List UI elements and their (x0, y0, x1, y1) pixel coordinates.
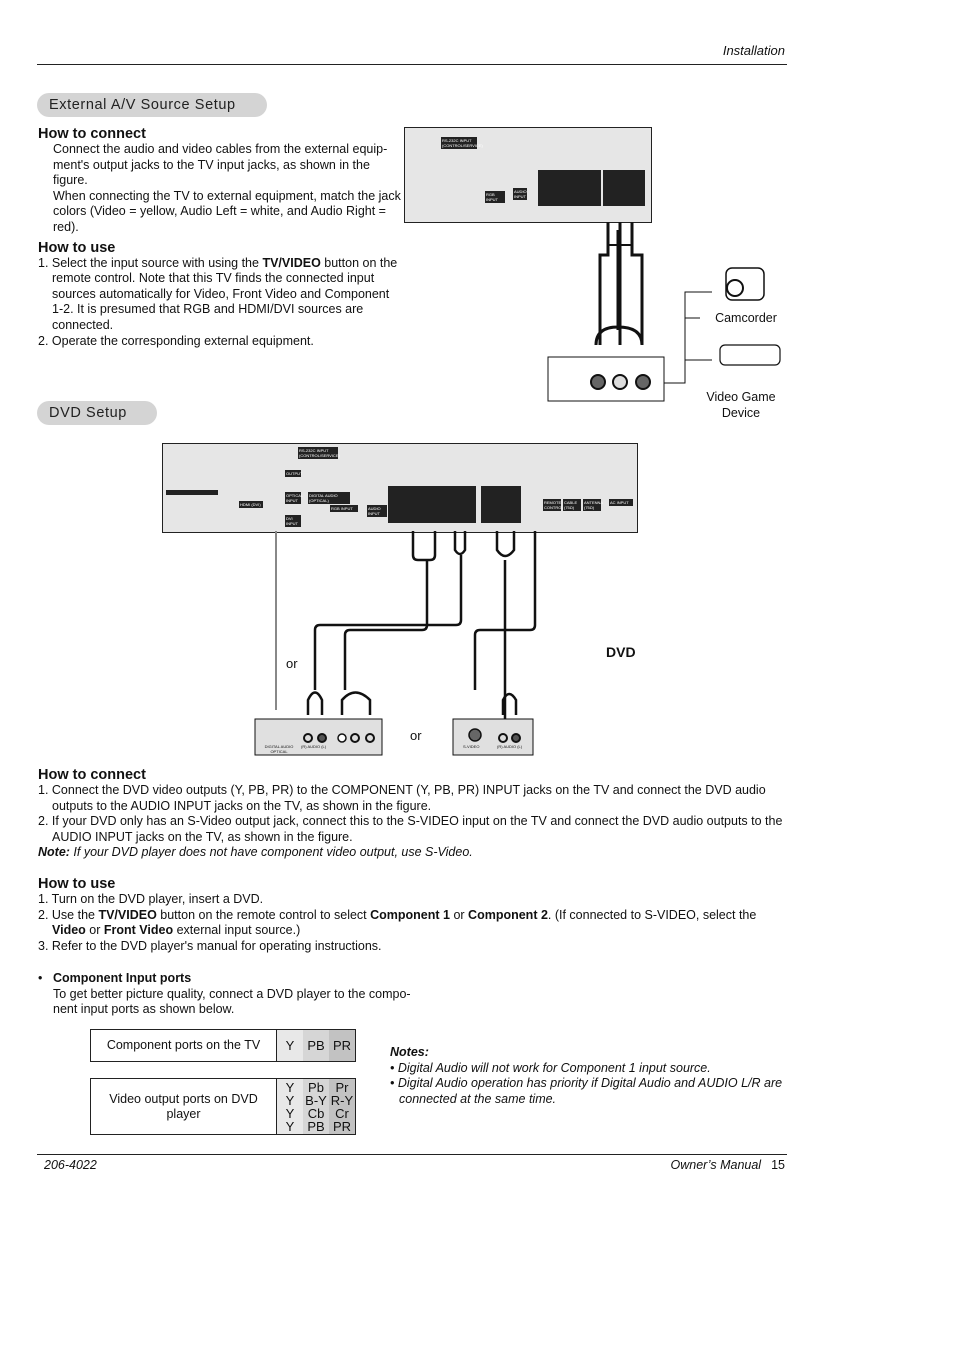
player-svideo-label: S-VIDEO (463, 744, 480, 749)
component-input-ports-bullet: • Component Input ports To get better pic… (38, 971, 433, 1018)
table-dvd-col-y: YYYY (277, 1079, 303, 1134)
bullet-icon: • (38, 971, 43, 985)
table-dvd-col-pr: Pr R-Y Cr PR (329, 1079, 355, 1134)
note-1: • Digital Audio will not work for Compon… (390, 1060, 711, 1075)
note-2: • Digital Audio operation has priority i… (390, 1076, 783, 1106)
doc-number: 206-4022 (44, 1158, 97, 1172)
dvd-notes: Notes: • Digital Audio will not work for… (390, 1045, 790, 1107)
dvd-note: Note: If your DVD player does not have c… (38, 845, 473, 860)
footer-rule (37, 1154, 787, 1155)
table-tv-col-y: Y (277, 1030, 303, 1061)
component-ports-tv-table: Component ports on the TV Y PB PR (90, 1029, 356, 1062)
dvd-connect-step-1: 1. Connect the DVD video outputs (Y, PB,… (38, 783, 766, 813)
table-dvd-label: Video output ports on DVD player (91, 1079, 277, 1134)
dvd-heading-how-to-connect: How to connect (38, 767, 146, 783)
table-tv-label: Component ports on the TV (91, 1030, 277, 1061)
or-label-2: or (410, 728, 422, 743)
table-dvd-col-pb: Pb B-Y Cb PB (303, 1079, 329, 1134)
dvd-connect: How to connect 1. Connect the DVD video … (38, 767, 783, 861)
footer-page: Owner’s Manual 15 (670, 1158, 785, 1172)
dvd-use-step-2: 2. Use the TV/VIDEO button on the remote… (38, 907, 757, 938)
table-tv-col-pb: PB (303, 1030, 329, 1061)
dvd-connect-step-2: 2. If your DVD only has an S-Video outpu… (38, 814, 783, 844)
player-audio-label: (R) AUDIO (L) (301, 744, 327, 749)
dvd-use: How to use 1. Turn on the DVD player, in… (38, 876, 783, 954)
dvd-use-step-1: 1. Turn on the DVD player, insert a DVD. (38, 892, 264, 906)
or-label-1: or (286, 656, 298, 671)
dvd-use-step-3: 3. Refer to the DVD player's manual for … (38, 938, 382, 953)
player-digital-audio-label: DIGITAL AUDIO OPTICAL (264, 744, 294, 754)
player-b-audio-label: (R) AUDIO (L) (497, 744, 523, 749)
video-output-dvd-table: Video output ports on DVD player YYYY Pb… (90, 1078, 356, 1135)
dvd-heading-how-to-use: How to use (38, 876, 116, 892)
bullet-text: To get better picture quality, connect a… (53, 986, 411, 1017)
table-tv-col-pr: PR (329, 1030, 355, 1061)
dvd-cables (254, 531, 537, 756)
notes-heading: Notes: (390, 1045, 429, 1059)
dvd-device-label: DVD (606, 644, 636, 660)
